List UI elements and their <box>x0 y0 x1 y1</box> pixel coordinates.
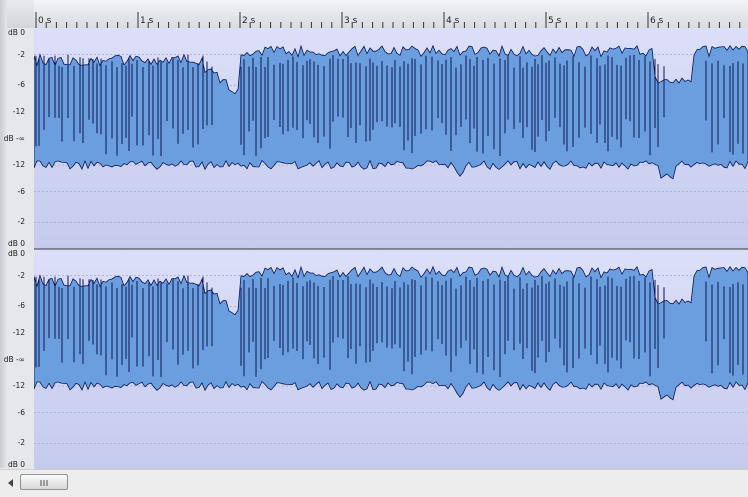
db-scale-label: -6 <box>17 407 25 417</box>
ruler-time-label: 3 s <box>344 16 358 26</box>
waveform-envelope <box>33 265 748 401</box>
waveform-envelope <box>33 44 748 180</box>
db-scale-label: -2 <box>17 217 25 227</box>
db-scale-label: dB -∞ <box>3 133 25 143</box>
db-scale-label: dB 0 <box>7 460 25 469</box>
db-scale-label: -12 <box>12 381 25 391</box>
db-scale-label: -2 <box>17 49 25 59</box>
db-scale-label: dB 0 <box>7 28 25 37</box>
ruler-time-label: 0 s <box>38 16 52 26</box>
db-scale-label: dB -∞ <box>3 354 25 364</box>
ruler-corner <box>7 0 34 28</box>
scrollbar-thumb[interactable] <box>20 474 68 490</box>
horizontal-scrollbar[interactable] <box>0 469 748 497</box>
db-scale-gutter: dB 0 -2 -6 -12 dB -∞ -12 -6 -2 dB 0 dB 0 -2 -6 -12 d… <box>4 28 34 470</box>
waveform-channel[interactable] <box>33 249 748 470</box>
db-scale-label: -6 <box>17 80 25 90</box>
db-scale-label: -12 <box>12 160 25 170</box>
db-scale-label: dB 0 <box>7 249 25 258</box>
db-scale-label: -12 <box>12 106 25 116</box>
ruler-time-label: 1 s <box>140 16 154 26</box>
waveform-display[interactable] <box>33 28 748 470</box>
waveform-canvas <box>33 28 748 470</box>
waveform-channel[interactable] <box>33 28 748 249</box>
scroll-left-button[interactable] <box>6 475 16 489</box>
db-scale-label: dB 0 <box>7 239 25 248</box>
grip-lines-icon <box>40 480 48 486</box>
time-ruler[interactable]: 0 s 1 s 2 s 3 s 4 s 5 s 6 s <box>34 0 748 29</box>
db-scale-label: -12 <box>12 327 25 337</box>
db-scale-label: -6 <box>17 186 25 196</box>
ruler-time-label: 6 s <box>650 16 664 26</box>
db-scale-label: -2 <box>17 270 25 280</box>
db-scale-label: -2 <box>17 438 25 448</box>
ruler-time-label: 4 s <box>446 16 460 26</box>
ruler-time-label: 2 s <box>242 16 256 26</box>
db-scale-label: -6 <box>17 301 25 311</box>
ruler-time-label: 5 s <box>548 16 562 26</box>
time-ruler-ticks: 0 s 1 s 2 s 3 s 4 s 5 s 6 s <box>35 12 741 28</box>
triangle-left-icon <box>8 479 13 487</box>
